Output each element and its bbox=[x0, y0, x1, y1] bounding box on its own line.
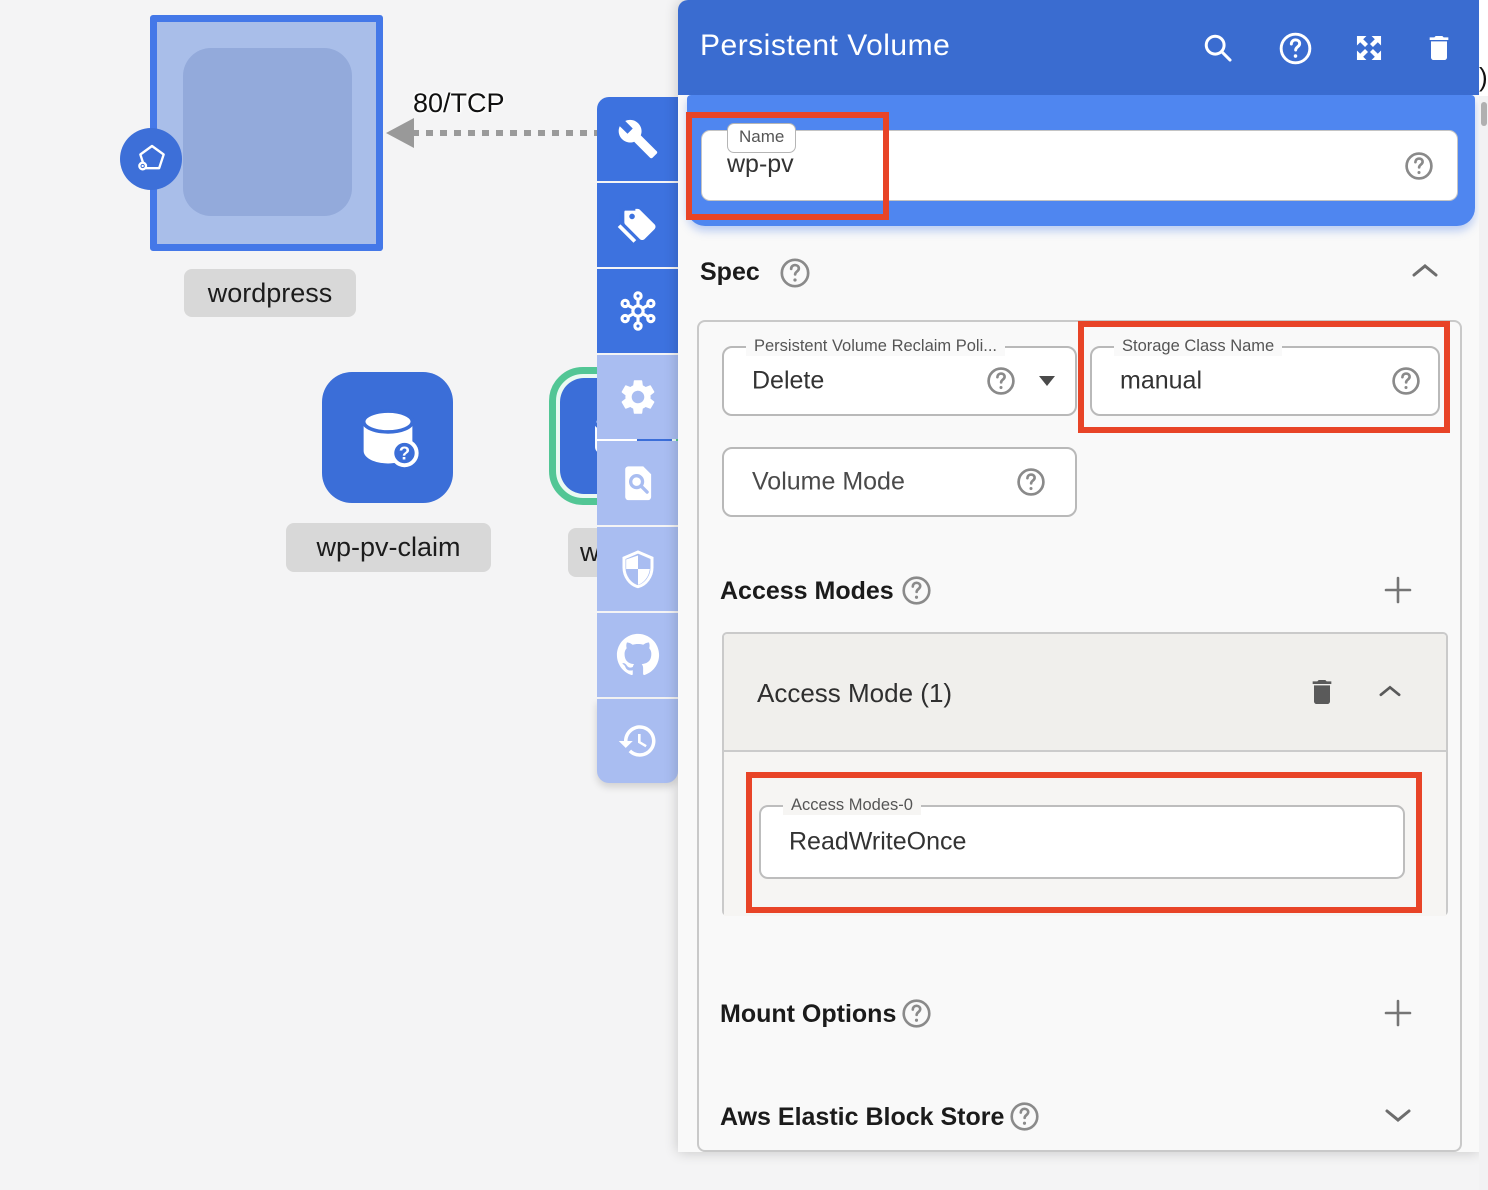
access-mode-card: Access Mode (1) Access Modes-0 ReadWrite… bbox=[722, 632, 1448, 916]
access-modes-0-label: Access Modes-0 bbox=[783, 796, 921, 815]
access-mode-card-body: Access Modes-0 ReadWriteOnce bbox=[724, 752, 1446, 916]
history-icon[interactable] bbox=[597, 699, 678, 783]
add-mount-option-button[interactable] bbox=[1382, 997, 1414, 1029]
clipped-glyph: ) bbox=[1479, 62, 1488, 93]
volume-mode-input[interactable]: Volume Mode bbox=[722, 447, 1077, 517]
add-access-mode-button[interactable] bbox=[1382, 574, 1414, 606]
pod-pentagon-icon bbox=[120, 128, 182, 190]
reclaim-policy-label: Persistent Volume Reclaim Poli... bbox=[746, 337, 1005, 356]
network-hub-icon[interactable] bbox=[597, 269, 678, 353]
delete-access-mode-icon[interactable] bbox=[1306, 676, 1338, 708]
access-modes-0-input[interactable]: Access Modes-0 ReadWriteOnce bbox=[759, 805, 1405, 879]
search-icon[interactable] bbox=[1199, 29, 1237, 67]
spec-help-icon[interactable] bbox=[778, 256, 812, 295]
name-help-icon[interactable] bbox=[1403, 150, 1435, 182]
spec-section-title: Spec bbox=[700, 258, 760, 287]
edge-dotted-line bbox=[412, 130, 598, 136]
file-search-icon[interactable] bbox=[597, 441, 678, 525]
node-wordpress[interactable] bbox=[150, 15, 383, 251]
wordpress-label: wordpress bbox=[184, 269, 356, 317]
access-mode-card-title: Access Mode (1) bbox=[757, 678, 952, 709]
storage-class-value: manual bbox=[1120, 367, 1202, 396]
aws-ebs-title: Aws Elastic Block Store bbox=[720, 1103, 1004, 1132]
mount-options-title: Mount Options bbox=[720, 1000, 896, 1029]
storage-class-label: Storage Class Name bbox=[1114, 337, 1282, 356]
access-modes-title: Access Modes bbox=[720, 577, 894, 606]
name-input-value: wp-pv bbox=[727, 150, 794, 179]
access-mode-collapse-chevron-icon[interactable] bbox=[1378, 684, 1402, 699]
reclaim-policy-select[interactable]: Persistent Volume Reclaim Poli... Delete bbox=[722, 346, 1077, 416]
tags-icon[interactable] bbox=[597, 183, 678, 267]
reclaim-policy-caret-icon[interactable] bbox=[1039, 376, 1055, 386]
storage-class-input[interactable]: Storage Class Name manual bbox=[1090, 346, 1440, 416]
name-input[interactable] bbox=[701, 130, 1458, 201]
panel-header: Persistent Volume bbox=[678, 0, 1479, 95]
name-field-tab-label: Name bbox=[727, 123, 796, 153]
edge-arrowhead-icon bbox=[386, 118, 414, 148]
node-wp-pv-claim[interactable]: ? bbox=[322, 372, 453, 503]
gear-icon[interactable] bbox=[597, 355, 678, 439]
spec-collapse-chevron-icon[interactable] bbox=[1411, 262, 1439, 280]
edge-port-label: 80/TCP bbox=[413, 88, 505, 119]
reclaim-policy-help-icon[interactable] bbox=[985, 365, 1017, 397]
reclaim-policy-value: Delete bbox=[752, 367, 824, 396]
persistent-volume-panel: Persistent Volume Name bbox=[678, 0, 1479, 1152]
trash-icon[interactable] bbox=[1420, 29, 1458, 67]
storage-class-help-icon[interactable] bbox=[1390, 365, 1422, 397]
access-modes-help-icon[interactable] bbox=[900, 574, 933, 612]
page-edge-strip: ) bbox=[1479, 0, 1488, 1190]
help-icon[interactable] bbox=[1276, 29, 1314, 67]
wp-pv-claim-label: wp-pv-claim bbox=[286, 523, 491, 572]
scrollbar-thumb[interactable] bbox=[1481, 102, 1487, 126]
volume-mode-label: Volume Mode bbox=[752, 468, 905, 497]
aws-ebs-expand-chevron-icon[interactable] bbox=[1384, 1106, 1412, 1124]
volume-mode-help-icon[interactable] bbox=[1015, 466, 1047, 498]
wrench-icon[interactable] bbox=[597, 97, 678, 181]
access-mode-card-header[interactable]: Access Mode (1) bbox=[724, 634, 1446, 752]
name-field-band: Name wp-pv bbox=[687, 95, 1475, 226]
svg-text:?: ? bbox=[398, 442, 409, 463]
access-modes-0-value: ReadWriteOnce bbox=[789, 828, 966, 857]
panel-title: Persistent Volume bbox=[700, 29, 950, 63]
github-icon[interactable] bbox=[597, 613, 678, 697]
shield-icon[interactable] bbox=[597, 527, 678, 611]
expand-icon[interactable] bbox=[1350, 29, 1388, 67]
wordpress-inner-shape bbox=[183, 48, 352, 216]
aws-ebs-help-icon[interactable] bbox=[1008, 1100, 1041, 1138]
mount-options-help-icon[interactable] bbox=[900, 997, 933, 1035]
